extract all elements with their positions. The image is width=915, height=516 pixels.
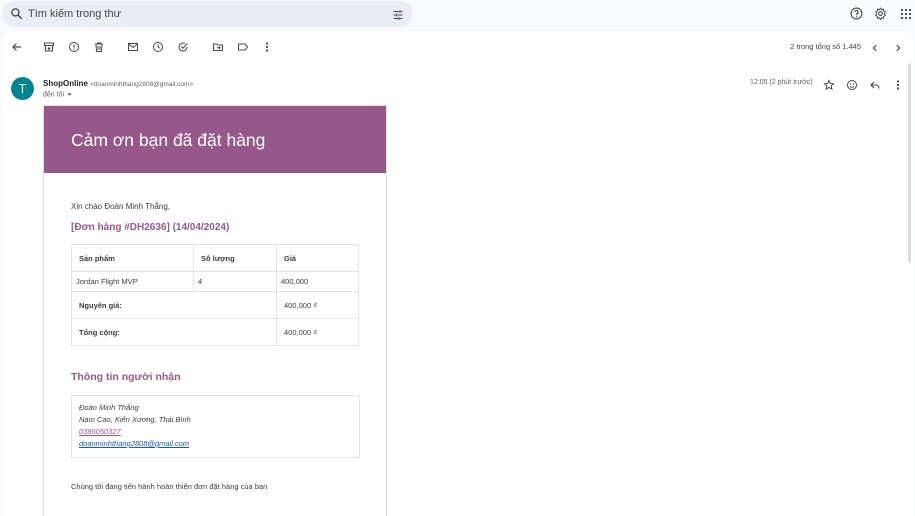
- recipients-toggle[interactable]: đến tôi: [43, 91, 73, 98]
- recipient-address-box: Đoàn Minh Thắng Nam Cao, Kiến Xương, Thá…: [71, 395, 360, 458]
- archive-icon[interactable]: [43, 40, 55, 52]
- search-bar[interactable]: Tìm kiếm trong thư: [2, 1, 413, 27]
- newer-chevron-icon[interactable]: [870, 40, 880, 58]
- mark-unread-icon[interactable]: [127, 40, 139, 52]
- recipient-address: Nam Cao, Kiến Xương, Thái Bình: [79, 415, 191, 424]
- banner-title: Cảm ơn bạn đã đặt hàng: [71, 130, 266, 150]
- reply-icon[interactable]: [869, 78, 881, 96]
- settings-icon[interactable]: [874, 7, 887, 25]
- add-task-icon[interactable]: [177, 40, 189, 52]
- sender-line: ShopOnline <doanminhthang2808@gmail.com>: [43, 79, 193, 88]
- col-header-quantity: Số lượng: [193, 244, 277, 272]
- message-more-icon[interactable]: [892, 78, 904, 96]
- search-options-icon[interactable]: [392, 8, 404, 26]
- snooze-icon[interactable]: [152, 40, 164, 52]
- label-icon[interactable]: [237, 40, 249, 52]
- top-bar: Tìm kiếm trong thư: [0, 0, 915, 30]
- cell-product: Jordan Flight MVP: [71, 271, 194, 292]
- avatar[interactable]: T: [11, 77, 34, 100]
- sender-name[interactable]: ShopOnline: [43, 79, 88, 88]
- apps-icon[interactable]: [900, 7, 912, 25]
- move-to-icon[interactable]: [212, 40, 224, 52]
- table-header-row: Sản phẩm Số lượng Giá: [71, 244, 359, 272]
- footer-text: Chúng tôi đang tiến hành hoàn thiện đơn …: [71, 482, 268, 491]
- message-panel: 2 trong tổng số 1.445 T ShopOnline <doan…: [2, 31, 913, 516]
- back-arrow-icon[interactable]: [11, 40, 23, 52]
- message-time: 12:05 (2 phút trước): [750, 79, 813, 86]
- greeting: Xin chào Đoàn Minh Thắng,: [71, 202, 171, 211]
- col-header-price: Giá: [276, 244, 359, 272]
- total-row: Tổng cộng: 400,000 ₫: [71, 318, 359, 346]
- subtotal-value: 400,000 ₫: [276, 291, 359, 319]
- older-chevron-icon[interactable]: [893, 40, 903, 58]
- recipient-email-link[interactable]: doanminhthang2808@gmail.com: [79, 438, 352, 450]
- search-input[interactable]: Tìm kiếm trong thư: [28, 8, 121, 20]
- search-icon[interactable]: [10, 7, 23, 25]
- recipients-label: đến tôi: [43, 91, 65, 99]
- more-vert-icon[interactable]: [261, 40, 273, 52]
- recipient-heading: Thông tin người nhận: [71, 371, 181, 383]
- star-icon[interactable]: [823, 78, 835, 96]
- delete-icon[interactable]: [93, 40, 105, 52]
- pagination-count: 2 trong tổng số 1.445: [790, 42, 861, 51]
- table-row: Jordan Flight MVP 4 400,000: [71, 271, 359, 292]
- total-label: Tổng cộng:: [71, 318, 277, 346]
- message-toolbar: 2 trong tổng số 1.445: [2, 31, 913, 61]
- email-banner: Cảm ơn bạn đã đặt hàng: [44, 106, 386, 173]
- report-spam-icon[interactable]: [68, 40, 80, 52]
- help-icon[interactable]: [850, 7, 863, 25]
- cell-quantity: 4: [193, 271, 277, 292]
- recipient-name: Đoàn Minh Thắng: [79, 403, 139, 412]
- total-value: 400,000 ₫: [276, 318, 359, 346]
- order-heading: [Đơn hàng #DH2636] (14/04/2024): [71, 222, 230, 233]
- email-body-card: Cảm ơn bạn đã đặt hàng Xin chào Đoàn Min…: [43, 105, 387, 516]
- cell-price: 400,000: [276, 271, 359, 292]
- scrollbar[interactable]: [908, 63, 911, 263]
- subtotal-row: Nguyên giá: 400,000 ₫: [71, 291, 359, 319]
- recipient-phone-link[interactable]: 0386050327: [79, 426, 352, 438]
- subtotal-label: Nguyên giá:: [71, 291, 277, 319]
- col-header-product: Sản phẩm: [71, 244, 194, 272]
- sender-email: <doanminhthang2808@gmail.com>: [90, 81, 194, 88]
- emoji-react-icon[interactable]: [846, 78, 858, 96]
- order-table: Sản phẩm Số lượng Giá Jordan Flight MVP …: [71, 244, 359, 346]
